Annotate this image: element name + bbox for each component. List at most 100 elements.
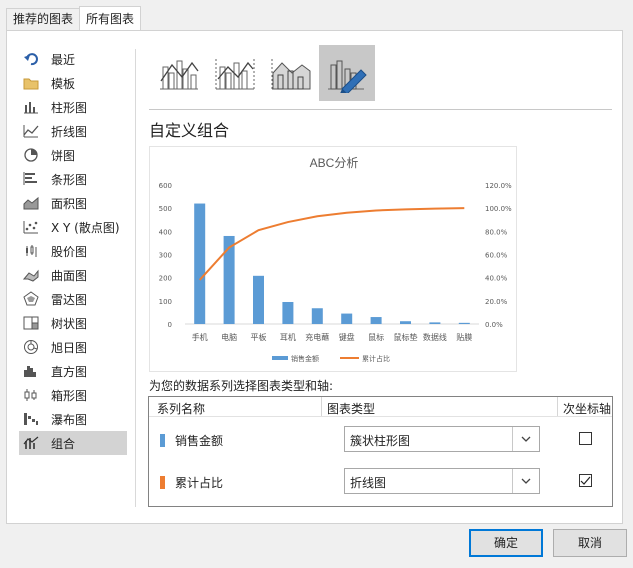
header-divider — [557, 397, 558, 417]
sidebar-item-label: 旭日图 — [51, 340, 88, 355]
line-cumulative — [198, 207, 465, 281]
y2-tick-label: 40.0% — [485, 275, 508, 283]
sidebar-item[interactable]: 旭日图 — [19, 335, 127, 359]
subtype-custom-combination[interactable] — [319, 45, 375, 101]
sidebar-item-label: 组合 — [51, 436, 76, 451]
sidebar-item[interactable]: 树状图 — [19, 311, 127, 335]
bar-sales — [429, 322, 441, 324]
sidebar-item-label: 股价图 — [51, 244, 88, 259]
x-tick-label: 数据线 — [423, 332, 447, 342]
subtype-column-line-secondary[interactable] — [207, 45, 263, 101]
subtype-stacked-area-column[interactable] — [263, 45, 319, 101]
area-chart-icon — [23, 195, 39, 211]
bar-sales — [223, 235, 235, 324]
ok-button[interactable]: 确定 — [469, 529, 543, 557]
cancel-button[interactable]: 取消 — [553, 529, 627, 557]
sidebar-item-label: 曲面图 — [51, 268, 88, 283]
bar-sales — [341, 313, 353, 324]
sidebar-item[interactable]: 组合 — [19, 431, 127, 455]
combo-subtype-gallery — [151, 45, 375, 101]
header-secondary-axis: 次坐标轴 — [563, 402, 612, 416]
folder-icon — [23, 75, 39, 91]
combo-chart-icon — [23, 435, 39, 451]
chevron-down-icon[interactable] — [512, 469, 539, 493]
y-tick-label: 400 — [159, 228, 172, 236]
y-tick-label: 500 — [159, 205, 172, 213]
y2-tick-label: 0.0% — [485, 321, 503, 329]
x-tick-label: 鼠标 — [368, 332, 384, 342]
legend-label-cumulative: 累计占比 — [362, 354, 390, 363]
sidebar-item[interactable]: 雷达图 — [19, 287, 127, 311]
sidebar-item-label: 雷达图 — [51, 292, 88, 307]
x-tick-label: 耳机 — [280, 332, 296, 342]
chart-type-panel: 最近 模板 柱形图 折线图 饼图 条形图 面积图 X Y (散点图) 股价图 曲面图 雷达图 树状图旭… — [6, 30, 623, 524]
legend-label-sales: 销售金额 — [291, 354, 319, 363]
sidebar-item[interactable]: 模板 — [19, 71, 127, 95]
sunburst-chart-icon — [23, 339, 39, 355]
x-tick-label: 平板 — [251, 332, 267, 342]
series-row: 销售金额 簇状柱形图 — [149, 426, 612, 456]
bar-sales — [311, 308, 323, 324]
sidebar-item[interactable]: 直方图 — [19, 359, 127, 383]
custom-combination-title: 自定义组合 — [149, 121, 230, 140]
series-row: 累计占比 折线图 — [149, 468, 612, 498]
header-chart-type: 图表类型 — [327, 402, 376, 416]
series-name: 累计占比 — [175, 476, 224, 490]
stock-chart-icon — [23, 243, 39, 259]
tab-recommended-charts[interactable]: 推荐的图表 — [6, 8, 81, 30]
treemap-chart-icon — [23, 315, 39, 331]
column-chart-icon — [23, 99, 39, 115]
sidebar-item-label: 直方图 — [51, 364, 88, 379]
bar-sales — [282, 301, 294, 324]
stacked-area-column-icon — [271, 59, 311, 90]
sidebar-item[interactable]: 曲面图 — [19, 263, 127, 287]
bar-sales — [253, 275, 264, 324]
series-color-swatch — [160, 476, 165, 489]
sidebar-item[interactable]: X Y (散点图) — [19, 215, 127, 239]
sidebar-item[interactable]: 条形图 — [19, 167, 127, 191]
x-tick-label: 贴膜 — [456, 332, 472, 342]
bar-sales — [458, 322, 470, 324]
sidebar-item-label: 饼图 — [51, 148, 76, 163]
chevron-down-icon[interactable] — [512, 427, 539, 451]
combo-chart: ABC分析 0 100 200 300 400 500 600 0.0% 20.0% 40.0% 60… — [159, 156, 512, 363]
sidebar-item-label: 模板 — [51, 76, 76, 91]
y2-tick-label: 60.0% — [485, 252, 508, 260]
sidebar-item[interactable]: 股价图 — [19, 239, 127, 263]
x-tick-label: 电脑 — [221, 332, 237, 342]
sidebar-item[interactable]: 瀑布图 — [19, 407, 127, 431]
secondary-axis-checkbox[interactable] — [579, 474, 592, 487]
sidebar-item[interactable]: 柱形图 — [19, 95, 127, 119]
line-chart-icon — [23, 123, 39, 139]
sidebar-item[interactable]: 箱形图 — [19, 383, 127, 407]
chart-title: ABC分析 — [310, 156, 359, 170]
sidebar-item[interactable]: 面积图 — [19, 191, 127, 215]
series-color-swatch — [160, 434, 165, 447]
series-name: 销售金额 — [175, 434, 224, 448]
sidebar-item-label: 折线图 — [51, 124, 88, 139]
secondary-axis-checkbox[interactable] — [579, 432, 592, 445]
sidebar-item[interactable]: 饼图 — [19, 143, 127, 167]
sidebar-item-label: X Y (散点图) — [51, 220, 120, 235]
tab-strip: 推荐的图表 所有图表 — [6, 6, 142, 30]
series-type-prompt: 为您的数据系列选择图表类型和轴: — [149, 379, 334, 393]
y-tick-label: 100 — [159, 298, 172, 306]
y2-tick-label: 120.0% — [485, 182, 512, 190]
series-type-table: 系列名称 图表类型 次坐标轴 销售金额 簇状柱形图 累计占比 折线图 — [148, 396, 613, 507]
tab-all-charts[interactable]: 所有图表 — [79, 6, 142, 30]
bar-sales — [370, 317, 382, 324]
bar-sales — [400, 321, 411, 324]
sidebar-item-label: 柱形图 — [51, 100, 88, 115]
chart-type-dropdown[interactable]: 折线图 — [344, 468, 540, 494]
x-tick-label: 键盘 — [339, 332, 355, 342]
sidebar-item[interactable]: 最近 — [19, 47, 127, 71]
custom-combination-icon — [328, 60, 367, 93]
header-divider — [321, 397, 322, 417]
sidebar-item-label: 瀑布图 — [51, 412, 88, 427]
chart-type-dropdown[interactable]: 簇状柱形图 — [344, 426, 540, 452]
x-tick-label: 充电蘸 — [305, 332, 329, 342]
sidebar-item[interactable]: 折线图 — [19, 119, 127, 143]
subtype-clustered-column-line[interactable] — [151, 45, 207, 101]
x-tick-label: 手机 — [192, 332, 208, 342]
y-tick-label: 600 — [159, 182, 172, 190]
